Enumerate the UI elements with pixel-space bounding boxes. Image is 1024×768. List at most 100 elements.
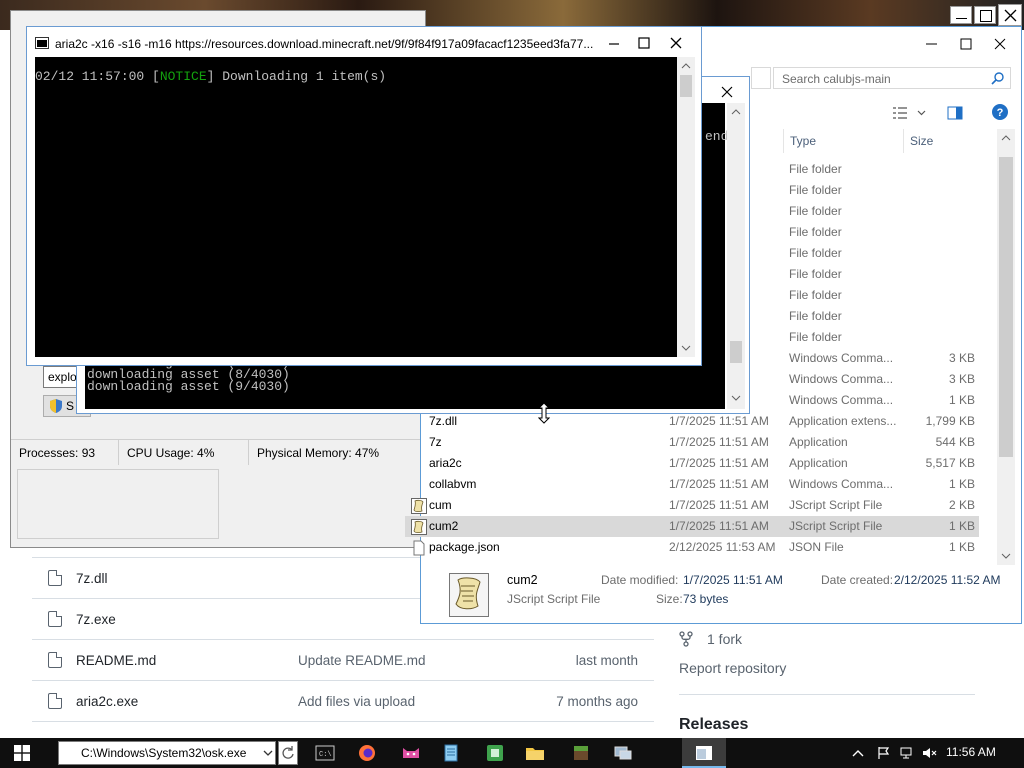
file-icon xyxy=(48,693,62,709)
file-name[interactable]: README.md xyxy=(76,653,298,668)
sidebar-divider xyxy=(679,694,975,695)
details-view-icon[interactable] xyxy=(893,107,907,119)
aria2c-scrollbar[interactable] xyxy=(677,57,695,357)
column-header-type[interactable]: Type xyxy=(783,129,903,153)
commit-time: last month xyxy=(575,652,638,668)
jscript-file-icon xyxy=(411,519,427,535)
aria2c-console-window: aria2c -x16 -s16 -m16 https://resources.… xyxy=(26,26,702,366)
explorer-minimize-button[interactable] xyxy=(915,33,949,55)
file-type: File folder xyxy=(789,288,842,302)
file-type: JSON File xyxy=(789,540,844,554)
releases-heading[interactable]: Releases xyxy=(679,716,748,734)
column-header-size[interactable]: Size xyxy=(903,129,983,153)
minecraft-taskbar-icon[interactable] xyxy=(570,742,592,764)
file-type: File folder xyxy=(789,246,842,260)
file-name: aria2c xyxy=(429,456,462,470)
app-taskbar-icon[interactable] xyxy=(484,742,506,764)
active-taskbar-app[interactable] xyxy=(682,738,726,768)
window-taskbar-icon xyxy=(696,746,712,760)
log-message: ] Downloading 1 item(s) xyxy=(206,69,387,84)
recent-locations-button[interactable] xyxy=(751,67,771,89)
taskbar-refresh-button[interactable] xyxy=(278,741,298,765)
preview-pane-icon[interactable] xyxy=(947,105,963,121)
file-list-scrollbar[interactable] xyxy=(997,129,1015,565)
file-list-row[interactable]: cum2 1/7/2025 11:51 AM JScript Script File… xyxy=(405,516,979,537)
file-name: cum xyxy=(429,498,452,512)
file-type: File folder xyxy=(789,330,842,344)
svg-text:?: ? xyxy=(997,107,1004,119)
commit-time: 7 months ago xyxy=(556,693,638,709)
cpu-usage: CPU Usage: 4% xyxy=(119,440,249,465)
help-icon[interactable]: ? xyxy=(991,103,1009,121)
network-icon[interactable] xyxy=(900,746,916,760)
file-list-row[interactable]: collabvm 1/7/2025 11:51 AM Windows Comma..… xyxy=(405,474,979,495)
file-list-scroll-thumb[interactable] xyxy=(999,157,1013,457)
taskbar-clock[interactable]: 11:56 AM xyxy=(946,745,996,759)
file-list-row[interactable]: cum 1/7/2025 11:51 AM JScript Script File 2… xyxy=(405,495,979,516)
aria2c-maximize-button[interactable] xyxy=(629,35,659,53)
flag-icon[interactable] xyxy=(876,746,892,760)
file-size: 5,517 KB xyxy=(925,456,975,470)
file-list-row[interactable]: aria2c 1/7/2025 11:51 AM Application 5,517 … xyxy=(405,453,979,474)
file-type: Windows Comma... xyxy=(789,477,894,491)
file-size: 3 KB xyxy=(948,372,975,386)
file-date-modified: 1/7/2025 11:51 AM xyxy=(669,456,769,470)
jscript-file-icon xyxy=(411,498,427,514)
file-icon xyxy=(411,477,427,493)
file-list-row[interactable]: 7z.dll 1/7/2025 11:51 AM Application exten… xyxy=(405,411,979,432)
console-scrollbar[interactable] xyxy=(727,103,745,409)
commit-message[interactable]: Update README.md xyxy=(298,653,538,668)
file-row[interactable]: README.md Update README.md last month xyxy=(32,639,654,680)
notice-tag: NOTICE xyxy=(159,69,207,84)
details-size-value: 73 bytes xyxy=(683,592,729,606)
file-list-row[interactable]: package.json 2/12/2025 11:53 AM JSON File 1… xyxy=(405,537,979,558)
taskbar-address-input[interactable]: C:\Windows\System32\osk.exe xyxy=(58,741,276,765)
aria2c-window-title: aria2c -x16 -s16 -m16 https://resources.… xyxy=(55,37,594,51)
firefox-taskbar-icon[interactable] xyxy=(356,742,378,764)
explorer-maximize-button[interactable] xyxy=(949,33,983,55)
network-app-taskbar-icon[interactable] xyxy=(612,742,634,764)
file-name: collabvm xyxy=(429,477,477,491)
file-name[interactable]: aria2c.exe xyxy=(76,694,298,709)
notepad-taskbar-icon[interactable] xyxy=(440,742,462,764)
file-date-modified: 1/7/2025 11:51 AM xyxy=(669,477,769,491)
explorer-close-button[interactable] xyxy=(983,33,1017,55)
console-fragment: end xyxy=(705,129,729,144)
aria2c-minimize-button[interactable] xyxy=(599,35,629,53)
file-size: 544 KB xyxy=(935,435,975,449)
file-type: File folder xyxy=(789,267,842,281)
file-type: Application xyxy=(789,435,848,449)
show-hidden-icons-chevron-icon[interactable] xyxy=(850,746,866,760)
commit-message[interactable]: Add files via upload xyxy=(298,694,538,709)
windows-start-icon[interactable] xyxy=(14,745,30,761)
file-list-row[interactable]: 7z 1/7/2025 11:51 AM Application 544 KB xyxy=(405,432,979,453)
resize-cursor-icon xyxy=(538,402,550,424)
forks-link[interactable]: 1 fork xyxy=(679,631,742,647)
details-file-type: JScript Script File xyxy=(507,592,601,606)
file-date-modified: 2/12/2025 11:53 AM xyxy=(669,540,776,554)
file-name[interactable]: 7z.exe xyxy=(76,612,298,627)
aria2c-close-button[interactable] xyxy=(661,35,691,53)
view-options-bar: ? xyxy=(881,103,1017,125)
file-size: 2 KB xyxy=(948,498,975,512)
cat-app-taskbar-icon[interactable] xyxy=(400,742,422,764)
search-placeholder: Search calubjs-main xyxy=(782,72,891,86)
console-scroll-thumb[interactable] xyxy=(730,341,742,363)
aria2c-scroll-thumb[interactable] xyxy=(680,75,692,97)
file-explorer-taskbar-icon[interactable] xyxy=(524,742,546,764)
chevron-down-icon[interactable] xyxy=(263,746,273,760)
file-name: cum2 xyxy=(429,519,459,533)
view-dropdown-icon[interactable] xyxy=(917,110,926,116)
file-size: 1 KB xyxy=(948,540,975,554)
details-file-name: cum2 xyxy=(507,573,538,587)
file-name[interactable]: 7z.dll xyxy=(76,571,298,586)
report-repository-link[interactable]: Report repository xyxy=(679,660,786,676)
file-row[interactable]: aria2c.exe Add files via upload 7 months… xyxy=(32,680,654,721)
file-type: File folder xyxy=(789,162,842,176)
details-size-label: Size: xyxy=(656,592,683,606)
console-close-button[interactable] xyxy=(713,83,741,101)
explorer-search-input[interactable]: Search calubjs-main xyxy=(773,67,1011,89)
file-name: 7z.dll xyxy=(429,414,458,428)
volume-muted-icon[interactable] xyxy=(922,746,938,760)
cmd-taskbar-icon[interactable]: C:\ xyxy=(314,742,336,764)
